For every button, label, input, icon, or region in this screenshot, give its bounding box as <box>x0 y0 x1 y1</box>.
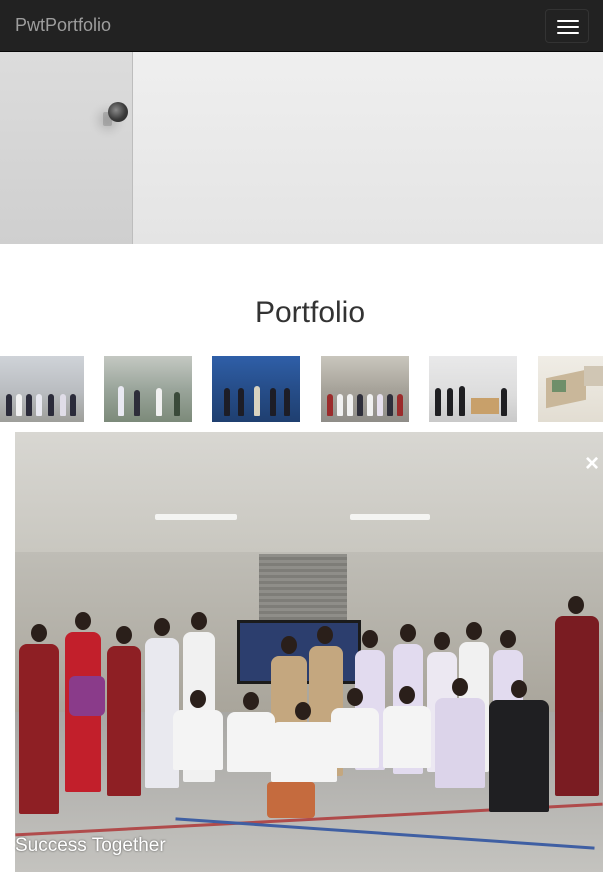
hero-knob <box>108 102 128 122</box>
photo-handbag <box>69 676 105 716</box>
photo-person-head <box>500 630 516 648</box>
lightbox-caption: Success Together <box>15 835 166 856</box>
photo-person <box>331 708 379 768</box>
hamburger-menu-icon <box>557 32 579 34</box>
portfolio-thumbnail-1[interactable] <box>0 356 84 422</box>
hamburger-menu-icon <box>557 20 579 22</box>
photo-person-head <box>347 688 363 706</box>
portfolio-thumbnail-4[interactable] <box>321 356 409 422</box>
photo-person-head <box>400 624 416 642</box>
hero-image <box>0 52 603 244</box>
hamburger-menu-icon <box>557 26 579 28</box>
portfolio-thumbnail-6[interactable] <box>538 356 603 422</box>
brand-link[interactable]: PwtPortfolio <box>15 15 111 35</box>
photo-person-head <box>191 612 207 630</box>
photo-person-head <box>568 596 584 614</box>
portfolio-thumbnail-5[interactable] <box>429 356 517 422</box>
photo-handbag <box>267 782 315 818</box>
photo-person <box>383 706 431 768</box>
photo-person-head <box>434 632 450 650</box>
photo-person-head <box>511 680 527 698</box>
photo-person-head <box>317 626 333 644</box>
navbar: PwtPortfolio <box>0 0 603 52</box>
portfolio-thumbnail-2[interactable] <box>104 356 192 422</box>
photo-person-head <box>31 624 47 642</box>
photo-person <box>555 616 599 796</box>
photo-person-head <box>452 678 468 696</box>
photo-person <box>173 710 223 770</box>
close-icon[interactable]: × <box>585 452 599 476</box>
photo-ceiling <box>15 432 603 552</box>
photo-person-head <box>295 702 311 720</box>
hero-wall-panel <box>0 52 133 244</box>
lightbox-image <box>15 432 603 872</box>
photo-person <box>435 698 485 788</box>
photo-person-head <box>190 690 206 708</box>
photo-person <box>489 700 549 812</box>
photo-person <box>19 644 59 814</box>
photo-person <box>271 722 337 782</box>
photo-ceiling-light <box>350 514 430 520</box>
portfolio-thumbnail-3[interactable] <box>212 356 300 422</box>
navbar-toggle-button[interactable] <box>545 9 589 43</box>
photo-person-head <box>243 692 259 710</box>
photo-person-head <box>75 612 91 630</box>
photo-person-head <box>399 686 415 704</box>
photo-person-head <box>116 626 132 644</box>
photo-person-head <box>362 630 378 648</box>
photo-ceiling-light <box>155 514 237 520</box>
portfolio-title: Portfolio <box>254 296 366 329</box>
photo-person-head <box>154 618 170 636</box>
photo-person <box>227 712 275 772</box>
photo-person-head <box>466 622 482 640</box>
photo-person <box>107 646 141 796</box>
photo-person-head <box>281 636 297 654</box>
